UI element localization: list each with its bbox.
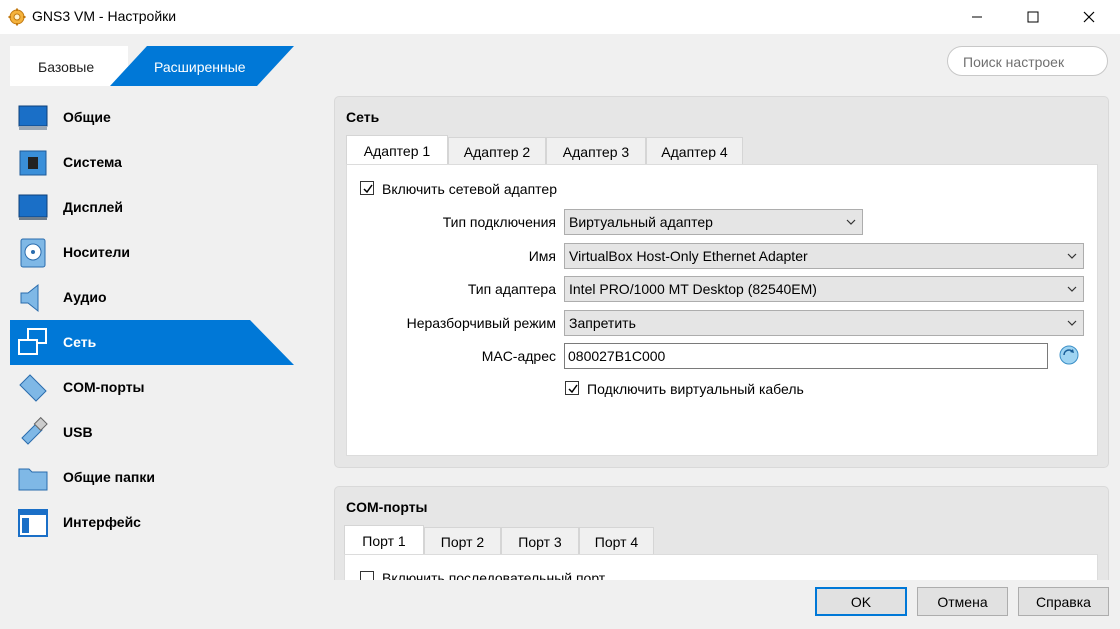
sidebar-item-general[interactable]: Общие — [10, 95, 295, 140]
sidebar-item-storage[interactable]: Носители — [10, 230, 295, 275]
mac-address-field[interactable]: 080027B1C000 — [564, 343, 1048, 369]
sidebar-item-usb[interactable]: USB — [10, 410, 295, 455]
attached-to-value: Виртуальный адаптер — [569, 214, 713, 230]
cancel-button[interactable]: Отмена — [917, 587, 1008, 616]
search-placeholder: Поиск настроек — [963, 54, 1065, 70]
attached-to-select[interactable]: Виртуальный адаптер — [564, 209, 863, 235]
close-icon — [1083, 11, 1095, 23]
sidebar-item-com-ports[interactable]: COM-порты — [10, 365, 295, 410]
cable-connected-label: Подключить виртуальный кабель — [587, 381, 804, 397]
tab-adapter-1[interactable]: Адаптер 1 — [346, 135, 448, 165]
title-bar: GNS3 VM - Настройки — [0, 0, 1120, 34]
folder-icon — [18, 468, 48, 491]
sidebar-item-label: Сеть — [63, 334, 97, 350]
usb-icon — [21, 416, 48, 445]
sidebar-item-label: Аудио — [63, 289, 107, 305]
refresh-mac-icon[interactable] — [1058, 344, 1080, 366]
mac-address-label: MAC-адрес — [481, 348, 556, 364]
checkmark-icon — [568, 384, 578, 394]
network-panel: Сеть Адаптер 1 Адаптер 2 Адаптер 3 Адапт… — [334, 96, 1109, 468]
monitor-icon — [18, 194, 48, 220]
tab-label: Адаптер 2 — [463, 143, 531, 160]
chevron-down-icon — [1067, 253, 1077, 259]
tab-port-2[interactable]: Порт 2 — [424, 527, 501, 555]
tab-adapter-2[interactable]: Адаптер 2 — [448, 137, 546, 165]
tab-label: Адаптер 4 — [661, 143, 728, 160]
chevron-down-icon — [1067, 286, 1077, 292]
name-value: VirtualBox Host-Only Ethernet Adapter — [569, 248, 808, 264]
help-button[interactable]: Справка — [1018, 587, 1109, 616]
ok-button[interactable]: OK — [815, 587, 907, 616]
speaker-icon — [20, 283, 39, 313]
name-select[interactable]: VirtualBox Host-Only Ethernet Adapter — [564, 243, 1084, 269]
checkmark-icon — [363, 184, 373, 194]
enable-adapter-checkbox[interactable] — [360, 181, 374, 195]
sidebar-item-label: Носители — [63, 244, 131, 260]
mac-address-value: 080027B1C000 — [568, 348, 666, 364]
maximize-button[interactable] — [1010, 0, 1056, 34]
promiscuous-mode-select[interactable]: Запретить — [564, 310, 1084, 336]
sidebar-item-system[interactable]: Система — [10, 140, 295, 185]
adapter-tab-content: Включить сетевой адаптер Тип подключения… — [346, 164, 1098, 456]
minimize-button[interactable] — [954, 0, 1000, 34]
mode-advanced-label: Расширенные — [154, 59, 246, 75]
sidebar-item-interface[interactable]: Интерфейс — [10, 500, 295, 545]
interface-icon — [18, 509, 48, 537]
tab-adapter-3[interactable]: Адаптер 3 — [546, 137, 646, 165]
sidebar-item-display[interactable]: Дисплей — [10, 185, 295, 230]
adapter-type-select[interactable]: Intel PRO/1000 MT Desktop (82540EM) — [564, 276, 1084, 302]
tab-label: Порт 4 — [594, 533, 639, 550]
sidebar-item-audio[interactable]: Аудио — [10, 275, 295, 320]
tab-label: Порт 2 — [440, 533, 485, 550]
sidebar-item-label: Интерфейс — [63, 514, 141, 530]
tab-label: Порт 1 — [362, 532, 406, 549]
tab-adapter-4[interactable]: Адаптер 4 — [646, 137, 743, 165]
sidebar-item-label: USB — [63, 424, 93, 440]
gear-app-icon — [8, 8, 26, 26]
maximize-icon — [1027, 11, 1039, 23]
tab-label: Адаптер 3 — [562, 143, 630, 160]
sidebar-item-label: Общие — [63, 109, 111, 125]
cancel-button-label: Отмена — [937, 593, 988, 610]
sidebar-item-network[interactable]: Сеть — [10, 320, 295, 365]
adapter-type-value: Intel PRO/1000 MT Desktop (82540EM) — [569, 281, 817, 297]
close-button[interactable] — [1066, 0, 1112, 34]
cable-connected-checkbox[interactable] — [565, 381, 579, 395]
help-button-label: Справка — [1036, 593, 1091, 610]
chip-icon — [19, 150, 47, 176]
sidebar-item-shared-folders[interactable]: Общие папки — [10, 455, 295, 500]
attached-to-label: Тип подключения — [442, 214, 556, 230]
adapter-type-label: Тип адаптера — [467, 281, 556, 297]
promiscuous-mode-value: Запретить — [569, 315, 636, 331]
sidebar-item-label: COM-порты — [63, 379, 145, 395]
mode-basic-label: Базовые — [38, 59, 95, 75]
enable-adapter-label: Включить сетевой адаптер — [382, 181, 557, 197]
network-icon — [18, 328, 47, 355]
chevron-down-icon — [846, 219, 856, 225]
sidebar-item-label: Дисплей — [63, 199, 123, 215]
tab-label: Порт 3 — [518, 533, 562, 550]
serial-port-icon — [19, 374, 47, 402]
com-ports-panel-title: COM-порты — [346, 499, 428, 515]
minimize-icon — [972, 16, 982, 18]
name-label: Имя — [528, 248, 556, 264]
tab-port-1[interactable]: Порт 1 — [344, 525, 424, 555]
tab-label: Адаптер 1 — [363, 142, 431, 159]
disk-icon — [20, 238, 46, 268]
sidebar-selection — [10, 320, 294, 365]
ok-button-label: OK — [850, 593, 872, 610]
tab-port-4[interactable]: Порт 4 — [579, 527, 654, 555]
chevron-down-icon — [1067, 320, 1077, 326]
promiscuous-mode-label: Неразборчивый режим — [406, 315, 556, 331]
general-icon — [18, 105, 48, 130]
tab-port-3[interactable]: Порт 3 — [501, 527, 579, 555]
search-input[interactable]: Поиск настроек — [947, 46, 1108, 76]
sidebar-item-label: Общие папки — [63, 469, 155, 485]
mode-tabs: Базовые Расширенные — [10, 46, 294, 86]
window-title: GNS3 VM - Настройки — [32, 8, 177, 24]
network-panel-title: Сеть — [346, 109, 380, 125]
sidebar-item-label: Система — [63, 154, 122, 170]
